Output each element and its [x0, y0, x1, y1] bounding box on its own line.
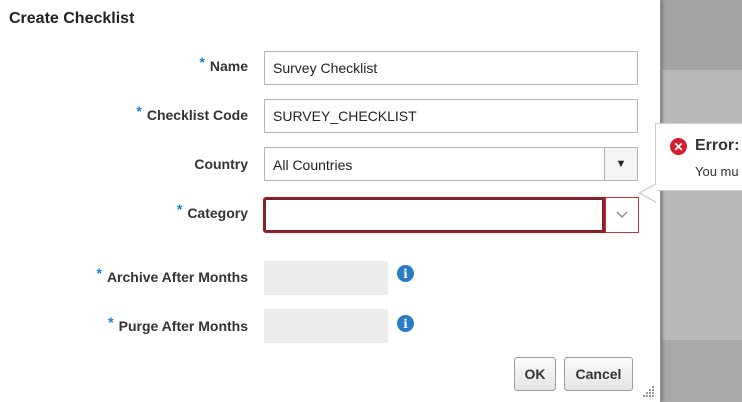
name-input[interactable] [264, 51, 638, 85]
required-marker: * [108, 314, 114, 330]
required-marker: * [176, 201, 183, 217]
country-label: Country [194, 156, 248, 172]
category-dropdown-button[interactable] [605, 197, 639, 233]
required-marker: * [199, 54, 205, 70]
category-label: * Category [176, 201, 248, 221]
dialog-title: Create Checklist [9, 10, 135, 27]
category-input[interactable] [263, 197, 605, 233]
ok-button[interactable]: OK [514, 357, 556, 391]
cancel-button[interactable]: Cancel [564, 357, 633, 391]
error-message: You mu [695, 164, 739, 179]
background-app-header [662, 0, 742, 70]
dropdown-triangle-icon[interactable]: ▼ [604, 148, 637, 180]
country-select[interactable]: All Countries ▼ [264, 147, 638, 181]
background-app-panel [662, 70, 742, 340]
create-checklist-dialog: Create Checklist *Name *Checklist Code C… [0, 0, 661, 402]
required-marker: * [96, 265, 102, 281]
background-app-footer [662, 340, 742, 402]
info-icon[interactable]: i [397, 315, 414, 332]
error-icon: ✕ [670, 138, 687, 155]
chevron-down-icon [616, 211, 628, 218]
error-popup: ✕ Error: You mu [655, 123, 742, 191]
country-selected-value: All Countries [273, 157, 353, 173]
checklist-code-label: * Checklist Code [136, 103, 248, 123]
archive-after-months-input [264, 261, 388, 295]
checklist-code-input[interactable] [264, 99, 638, 133]
resize-grip-icon[interactable] [641, 384, 655, 398]
error-title: Error: [695, 137, 740, 154]
category-combobox[interactable] [263, 197, 639, 233]
required-marker: * [136, 103, 142, 119]
archive-after-months-label: * Archive After Months [96, 265, 248, 285]
purge-after-months-label: * Purge After Months [108, 314, 248, 334]
purge-after-months-input [264, 309, 388, 343]
name-label: * Name [199, 54, 248, 74]
error-popup-pointer-inner [641, 184, 657, 202]
info-icon[interactable]: i [397, 265, 414, 282]
